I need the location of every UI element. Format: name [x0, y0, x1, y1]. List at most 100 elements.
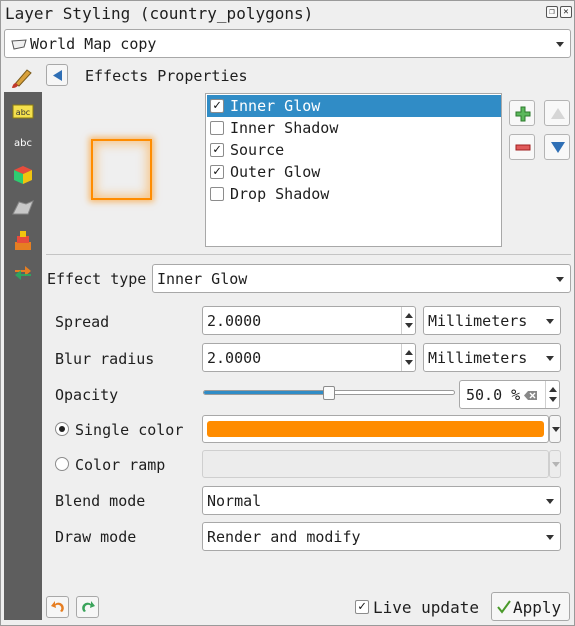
chevron-up-icon: [405, 313, 413, 318]
rendering-layers-icon[interactable]: [11, 230, 35, 250]
polygon-layer-icon: [11, 39, 27, 50]
spread-unit-combo[interactable]: Millimeters: [423, 306, 561, 335]
opacity-value: 50.0 %: [466, 386, 521, 404]
live-update-checkbox[interactable]: ✓: [355, 600, 369, 614]
blur-radius-input[interactable]: 2.0000: [202, 343, 416, 372]
chevron-down-icon: [549, 397, 557, 402]
effect-preview-square: [91, 139, 152, 200]
spread-input[interactable]: 2.0000: [202, 306, 416, 335]
labels-abc-icon[interactable]: abc: [11, 102, 35, 122]
move-up-button[interactable]: [544, 100, 570, 126]
blend-mode-label: Blend mode: [55, 492, 146, 510]
3d-cube-icon[interactable]: [11, 164, 35, 184]
live-update-label: Live update: [373, 598, 479, 617]
add-effect-button[interactable]: [509, 100, 535, 126]
list-item[interactable]: Inner Shadow: [207, 117, 501, 139]
list-item[interactable]: ✓ Inner Glow: [207, 95, 501, 117]
blur-unit-combo[interactable]: Millimeters: [423, 343, 561, 372]
diagram-map-icon[interactable]: [11, 198, 35, 218]
spin-arrows[interactable]: [401, 344, 415, 371]
title-bar: Layer Styling (country_polygons) ❐ ✕: [0, 0, 575, 28]
blur-radius-value: 2.0000: [207, 349, 262, 367]
chevron-down-icon: [552, 427, 560, 432]
opacity-slider-handle[interactable]: [323, 386, 335, 400]
list-item[interactable]: Drop Shadow: [207, 183, 501, 205]
color-ramp-label: Color ramp: [75, 456, 166, 474]
chevron-down-icon: [552, 462, 560, 467]
minus-icon: [515, 144, 531, 151]
color-ramp-button: [202, 450, 549, 478]
paintbrush-icon[interactable]: [9, 64, 35, 90]
move-down-button[interactable]: [544, 134, 570, 160]
list-item-label: Inner Glow: [230, 97, 321, 115]
chevron-down-icon: [546, 499, 554, 504]
layer-combo[interactable]: World Map copy: [4, 29, 571, 58]
checkbox[interactable]: [210, 187, 224, 201]
clear-icon[interactable]: [524, 390, 538, 401]
spin-arrows[interactable]: [401, 307, 415, 334]
chevron-down-icon: [405, 360, 413, 365]
divider: [46, 254, 571, 255]
color-swatch: [207, 421, 544, 437]
triangle-left-icon: [53, 70, 62, 81]
close-icon[interactable]: ✕: [560, 6, 572, 18]
checkbox[interactable]: ✓: [210, 143, 224, 157]
undo-icon: [51, 601, 64, 612]
color-button[interactable]: [202, 415, 549, 443]
spread-label: Spread: [55, 313, 110, 331]
blur-unit-value: Millimeters: [428, 349, 528, 367]
chevron-down-icon: [556, 42, 564, 47]
list-item-label: Outer Glow: [230, 163, 321, 181]
plus-icon: [515, 106, 531, 122]
color-ramp-menu-button: [549, 450, 561, 478]
blur-radius-label: Blur radius: [55, 350, 155, 368]
chevron-down-icon: [405, 323, 413, 328]
color-ramp-radio[interactable]: [55, 457, 69, 471]
spin-arrows[interactable]: [545, 381, 559, 408]
color-menu-button[interactable]: [549, 415, 561, 443]
float-icon[interactable]: ❐: [546, 6, 558, 18]
single-color-label: Single color: [75, 421, 184, 439]
opacity-input[interactable]: 50.0 %: [459, 380, 560, 409]
redo-icon: [82, 601, 95, 612]
apply-button[interactable]: Apply: [491, 592, 570, 621]
list-item-label: Inner Shadow: [230, 119, 339, 137]
panel-title: Effects Properties: [85, 67, 248, 85]
checkbox[interactable]: [210, 121, 224, 135]
masks-abc-icon[interactable]: abc: [11, 132, 35, 152]
opacity-label: Opacity: [55, 386, 119, 404]
layer-combo-value: World Map copy: [30, 35, 157, 53]
checkbox[interactable]: ✓: [210, 165, 224, 179]
svg-text:abc: abc: [16, 108, 30, 117]
effect-type-value: Inner Glow: [157, 270, 248, 288]
back-button[interactable]: [46, 64, 68, 86]
effect-type-label: Effect type: [47, 270, 147, 288]
list-item[interactable]: ✓ Source: [207, 139, 501, 161]
effects-list[interactable]: ✓ Inner Glow Inner Shadow ✓ Source ✓ Out…: [205, 93, 502, 247]
single-color-radio[interactable]: [55, 422, 69, 436]
draw-mode-combo[interactable]: Render and modify: [202, 522, 561, 551]
svg-text:abc: abc: [14, 138, 32, 149]
list-item-label: Drop Shadow: [230, 185, 330, 203]
spread-value: 2.0000: [207, 312, 262, 330]
draw-mode-value: Render and modify: [207, 528, 361, 546]
blend-mode-combo[interactable]: Normal: [202, 486, 561, 515]
redo-button[interactable]: [76, 596, 99, 618]
opacity-slider-fill: [204, 391, 330, 394]
list-item[interactable]: ✓ Outer Glow: [207, 161, 501, 183]
triangle-up-icon: [551, 108, 565, 119]
checkbox[interactable]: ✓: [210, 99, 224, 113]
chevron-down-icon: [546, 319, 554, 324]
chevron-down-icon: [546, 535, 554, 540]
triangle-down-icon: [551, 142, 565, 153]
checkmark-icon: [497, 600, 511, 614]
chevron-down-icon: [546, 356, 554, 361]
history-arrows-icon[interactable]: [11, 262, 35, 282]
remove-effect-button[interactable]: [509, 134, 535, 160]
style-sidebar: abc abc: [4, 92, 42, 620]
effect-type-combo[interactable]: Inner Glow: [152, 264, 571, 293]
undo-button[interactable]: [46, 596, 69, 618]
spread-unit-value: Millimeters: [428, 312, 528, 330]
blend-mode-value: Normal: [207, 492, 262, 510]
chevron-up-icon: [405, 350, 413, 355]
